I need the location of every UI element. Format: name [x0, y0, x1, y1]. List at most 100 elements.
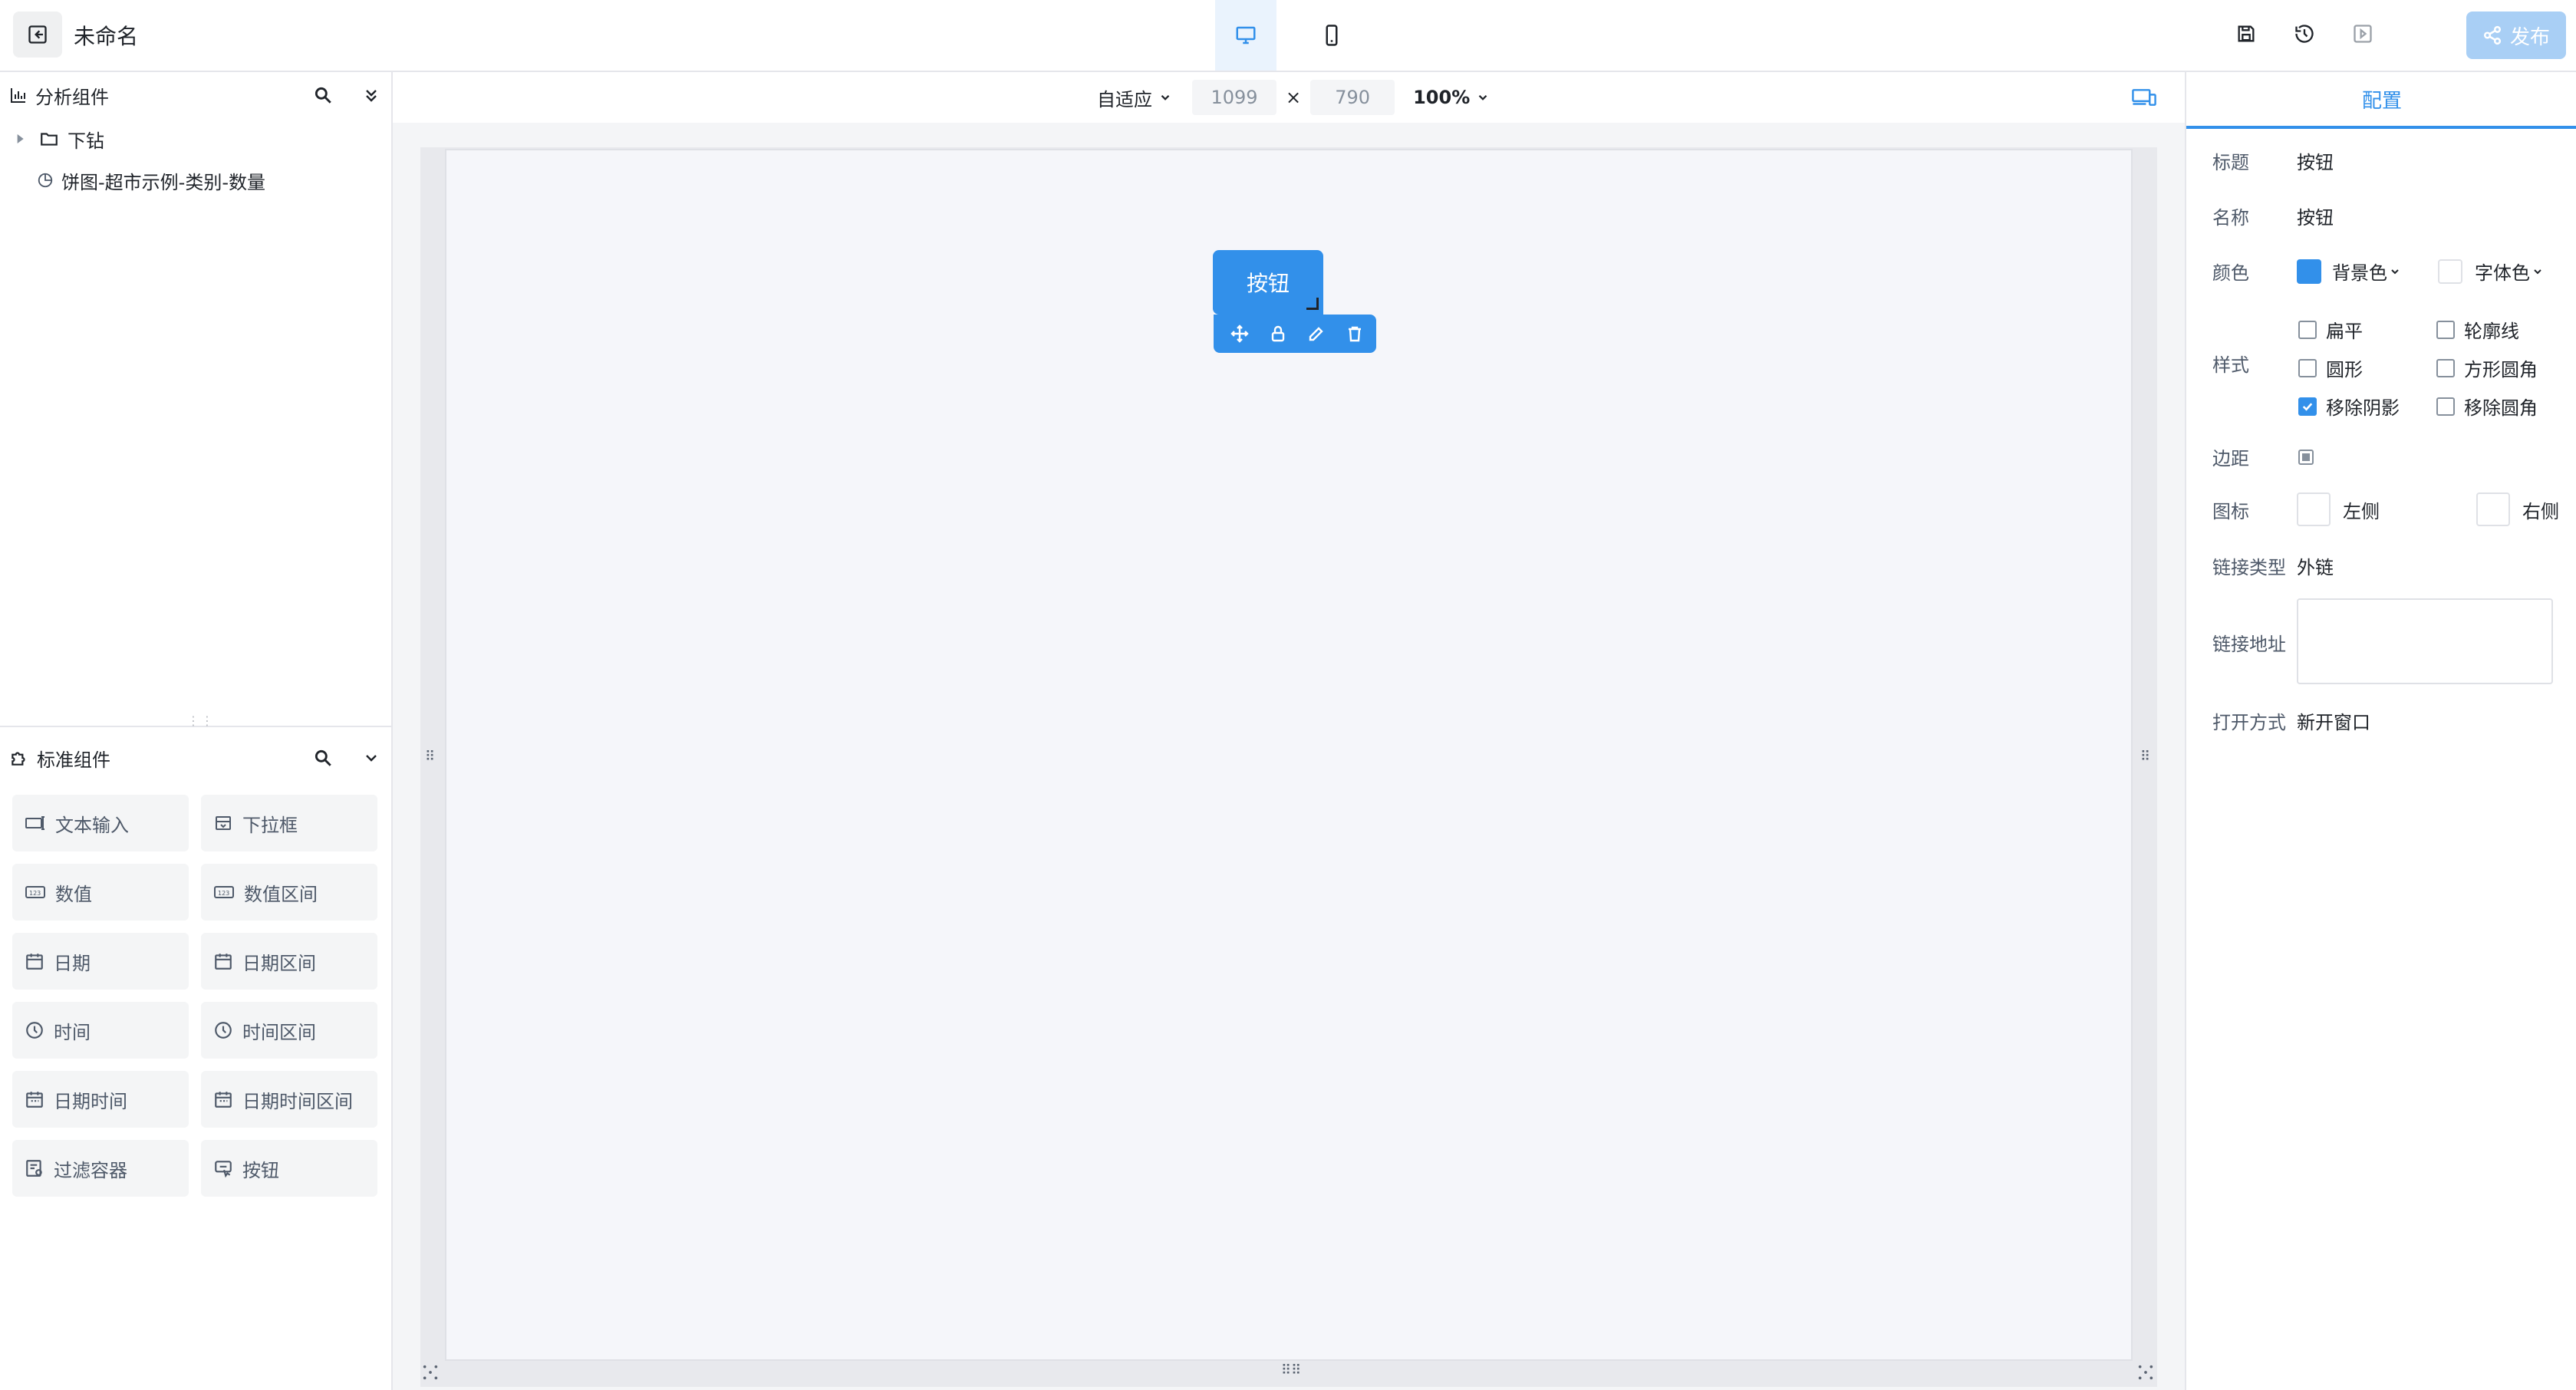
component-number-range[interactable]: 123 数值区间 [201, 864, 377, 921]
component-dropdown[interactable]: 下拉框 [201, 795, 377, 851]
bottom-resize-grip-icon[interactable]: ⠿⠿ [1281, 1364, 1301, 1384]
checkbox-box[interactable] [2436, 397, 2455, 416]
chevron-down-icon[interactable] [362, 749, 380, 767]
checkbox-box[interactable] [2436, 320, 2455, 339]
left-icon-picker[interactable] [2297, 492, 2331, 526]
open-mode-select[interactable]: 新开窗口 [2297, 707, 2370, 734]
prop-label: 图标 [2212, 500, 2249, 522]
prop-label: 边距 [2212, 448, 2249, 469]
component-time-range[interactable]: 时间区间 [201, 1002, 377, 1059]
style-flat-checkbox[interactable]: 扁平 [2298, 316, 2363, 343]
style-square-rounded-checkbox[interactable]: 方形圆角 [2436, 354, 2538, 381]
collapse-all-icon[interactable] [362, 86, 380, 104]
tree-item-label: 饼图-超市示例-类别-数量 [61, 171, 265, 193]
prop-label: 颜色 [2212, 262, 2249, 284]
style-outline-checkbox[interactable]: 轮廓线 [2436, 316, 2519, 343]
resize-grip-icon[interactable]: ⋮⋮ [187, 715, 213, 732]
checkbox-box[interactable] [2298, 358, 2317, 377]
checkbox-label: 移除圆角 [2464, 397, 2538, 419]
left-resize-grip-icon[interactable]: ⠿ [425, 750, 436, 770]
checkbox-label: 方形圆角 [2464, 359, 2538, 380]
style-remove-radius-checkbox[interactable]: 移除圆角 [2436, 393, 2538, 420]
analysis-panel-header: 分析组件 [0, 72, 391, 118]
fit-mode-select[interactable]: 自适应 [1097, 84, 1172, 111]
history-button[interactable] [2291, 20, 2318, 48]
text-input-icon [25, 816, 44, 830]
responsive-preview-button[interactable] [2131, 86, 2157, 112]
component-time[interactable]: 时间 [12, 1002, 189, 1059]
canvas-width-input[interactable]: 1099 [1192, 80, 1276, 115]
standard-panel-header: 标准组件 [0, 735, 391, 781]
edit-icon[interactable] [1307, 324, 1326, 343]
top-bar: 未命名 发布 [0, 0, 2576, 72]
name-input[interactable]: 按钮 [2297, 203, 2334, 229]
widget-toolbar [1214, 315, 1376, 353]
publish-button[interactable]: 发布 [2466, 12, 2566, 59]
preview-button[interactable] [2349, 20, 2377, 48]
search-icon[interactable] [313, 85, 333, 105]
calendar-range-icon [215, 954, 232, 970]
style-remove-shadow-checkbox[interactable]: 移除阴影 [2298, 393, 2400, 420]
corner-resize-icon[interactable] [422, 1364, 439, 1381]
padding-icon[interactable] [2297, 448, 2315, 466]
save-button[interactable] [2232, 20, 2260, 48]
datetime-range-icon [215, 1092, 232, 1108]
link-url-textarea[interactable] [2297, 598, 2553, 684]
widget-resize-handle[interactable] [1306, 298, 1319, 310]
analysis-panel-title: 分析组件 [35, 86, 109, 108]
bg-color-swatch[interactable] [2297, 259, 2321, 284]
times-sign: × [1286, 87, 1302, 108]
datetime-icon [26, 1092, 43, 1108]
icon-left-label: 左侧 [2343, 500, 2380, 522]
prop-label: 名称 [2212, 207, 2249, 229]
corner-resize-icon[interactable] [2137, 1364, 2154, 1381]
chevron-down-icon [1161, 94, 1170, 100]
component-date[interactable]: 日期 [12, 933, 189, 990]
component-label: 按钮 [242, 1159, 279, 1181]
zoom-select[interactable]: 100% [1413, 87, 1490, 108]
publish-label: 发布 [2509, 25, 2550, 49]
component-datetime-range[interactable]: 日期时间区间 [201, 1071, 377, 1128]
right-icon-picker[interactable] [2476, 492, 2510, 526]
lock-icon[interactable] [1269, 324, 1287, 343]
prop-margin: 边距 [2212, 443, 2315, 470]
play-icon [2354, 25, 2372, 43]
search-icon[interactable] [313, 748, 333, 768]
component-label: 下拉框 [242, 814, 298, 836]
component-datetime[interactable]: 日期时间 [12, 1071, 189, 1128]
font-color-select[interactable]: 字体色 [2475, 258, 2530, 285]
font-color-swatch[interactable] [2438, 259, 2462, 284]
component-number[interactable]: 123 数值 [12, 864, 189, 921]
checkbox-box[interactable] [2298, 397, 2317, 416]
delete-icon[interactable] [1346, 324, 1364, 343]
tree-folder-drill[interactable]: 下钻 [14, 120, 104, 158]
bg-color-select[interactable]: 背景色 [2332, 258, 2387, 285]
checkbox-box[interactable] [2298, 320, 2317, 339]
caret-right-icon [17, 134, 24, 143]
checkbox-box[interactable] [2436, 358, 2455, 377]
tree-item-pie-chart[interactable]: 饼图-超市示例-类别-数量 [37, 161, 265, 199]
component-date-range[interactable]: 日期区间 [201, 933, 377, 990]
button-icon [215, 1161, 232, 1178]
component-text-input[interactable]: 文本输入 [12, 795, 189, 851]
clock-icon [26, 1022, 43, 1039]
desktop-view-button[interactable] [1215, 0, 1276, 71]
style-circle-checkbox[interactable]: 圆形 [2298, 354, 2363, 381]
right-resize-grip-icon[interactable]: ⠿ [2140, 750, 2151, 770]
standard-components-grid: 文本输入 下拉框 123 数值 123 数值区间 日期 日期区间 时间 时间区间 [12, 795, 380, 1197]
title-input[interactable]: 按钮 [2297, 147, 2334, 174]
component-filter-container[interactable]: 过滤容器 [12, 1140, 189, 1197]
prop-label: 标题 [2212, 152, 2249, 173]
canvas-height-input[interactable]: 790 [1310, 80, 1395, 115]
component-label: 过滤容器 [54, 1159, 127, 1181]
mobile-view-button[interactable] [1301, 0, 1362, 71]
link-type-select[interactable]: 外链 [2297, 552, 2334, 579]
document-title[interactable]: 未命名 [74, 20, 138, 51]
tab-config[interactable]: 配置 [2186, 72, 2576, 129]
prop-style: 样式 [2212, 350, 2297, 377]
component-label: 日期 [54, 952, 91, 974]
move-icon[interactable] [1230, 324, 1249, 343]
dropdown-icon [216, 816, 231, 830]
component-button[interactable]: 按钮 [201, 1140, 377, 1197]
exit-button[interactable] [13, 12, 62, 58]
